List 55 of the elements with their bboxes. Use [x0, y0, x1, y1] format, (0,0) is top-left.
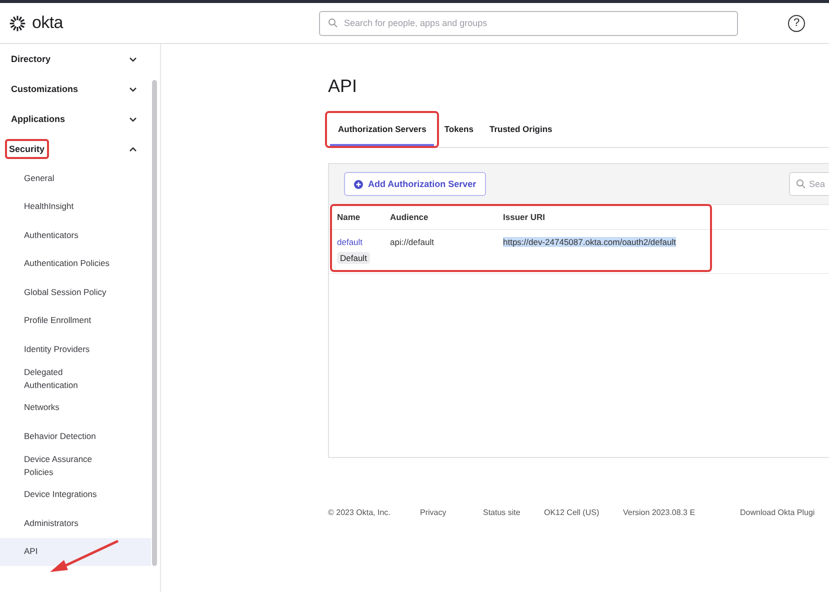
nav-item[interactable]: Delegated Authentication	[0, 364, 151, 394]
column-header: Name	[337, 211, 362, 224]
footer-link[interactable]: Download Okta Plugi	[740, 508, 829, 517]
server-name-link[interactable]: default	[337, 237, 363, 247]
search-icon	[328, 18, 338, 28]
tab[interactable]: Authorization Servers	[330, 116, 434, 146]
search-field[interactable]: Sea	[809, 173, 829, 195]
nav-item[interactable]: Device Integrations	[0, 480, 151, 509]
table-cell: https://dev-24745087.okta.com/oauth2/default	[503, 237, 676, 247]
tab[interactable]: Tokens	[436, 114, 482, 147]
nav-item[interactable]: HealthInsight	[0, 192, 151, 221]
footer-text: © 2023 Okta, Inc.	[328, 508, 392, 517]
plus-circle-icon	[354, 180, 363, 188]
nav-item[interactable]: General	[0, 164, 151, 192]
chevron-down-icon	[129, 116, 137, 122]
nav-item[interactable]: Behavior Detection	[0, 422, 151, 450]
nav-item[interactable]: Authentication Policies	[0, 250, 151, 278]
nav-item[interactable]: Device Assurance Policies	[0, 450, 151, 480]
logo-text: okta	[32, 13, 63, 33]
chevron-down-icon	[129, 56, 137, 62]
nav-item[interactable]: Global Session Policy	[0, 278, 151, 306]
search-box[interactable]: Sea	[789, 172, 829, 196]
column-header: Audience	[390, 211, 430, 224]
footer-text: OK12 Cell (US)	[544, 508, 600, 517]
nav-item[interactable]: Identity Providers	[0, 335, 151, 364]
footer-link[interactable]: Status site	[483, 508, 544, 517]
nav-section-label: Security	[5, 139, 49, 159]
add-server-button[interactable]: Add Authorization Server	[344, 172, 486, 196]
scrollbar-thumb[interactable]	[152, 80, 157, 566]
nav-section[interactable]: Applications	[0, 104, 151, 134]
default-badge: Default	[337, 252, 370, 264]
nav-item[interactable]: API	[0, 538, 151, 566]
help-icon[interactable]: ?	[788, 14, 805, 32]
nav-section-label: Customizations	[10, 83, 80, 96]
search-box[interactable]: Search for people, apps and groups	[319, 10, 738, 36]
logo-icon	[9, 14, 26, 32]
chevron-down-icon	[129, 86, 137, 92]
page-title: API	[328, 76, 358, 97]
chevron-up-icon	[129, 146, 137, 152]
nav-item[interactable]: Authenticators	[0, 221, 151, 250]
nav-item[interactable]: Networks	[0, 394, 151, 422]
search-icon	[796, 179, 806, 189]
column-header: Issuer URI	[503, 211, 546, 224]
nav-item[interactable]: Profile Enrollment	[0, 306, 151, 335]
footer-link[interactable]: Privacy	[420, 508, 483, 517]
nav-section[interactable]: Directory	[0, 44, 151, 74]
nav-section-label: Applications	[10, 113, 66, 126]
search-field[interactable]: Search for people, apps and groups	[344, 12, 729, 34]
nav-section[interactable]: Security	[0, 134, 151, 164]
table-cell: api://default	[390, 237, 434, 247]
tab[interactable]: Trusted Origins	[481, 114, 560, 147]
nav-section[interactable]: Customizations	[0, 74, 151, 104]
footer-text: Version 2023.08.3 E	[623, 508, 696, 517]
nav-item[interactable]: Administrators	[0, 509, 151, 538]
nav-section-label: Directory	[10, 53, 52, 66]
